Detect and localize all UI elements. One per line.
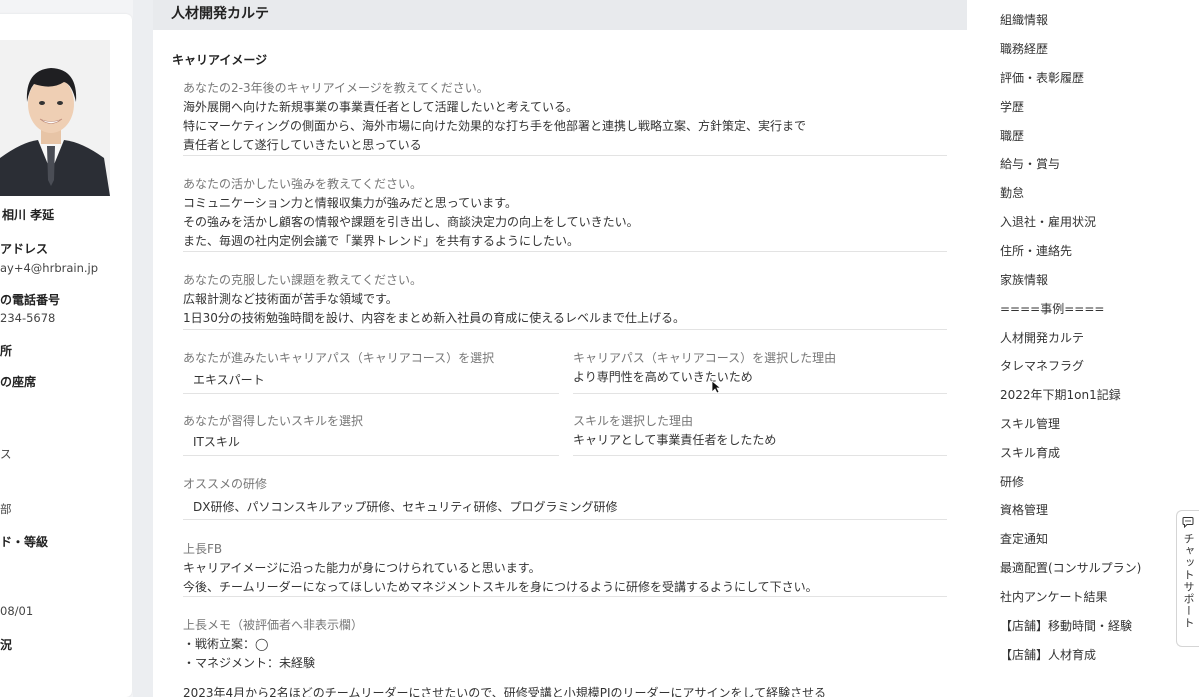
menu-item-store-travel[interactable]: 【店舗】移動時間・経験 bbox=[1000, 617, 1132, 634]
answer-line: 海外展開へ向けた新規事業の事業責任者として活躍したいと考えている。 bbox=[183, 100, 579, 114]
side-menu: 組織情報 職務経歴 評価・表彰履歴 学歴 職歴 給与・賞与 勤怠 入退社・雇用状… bbox=[967, 0, 1200, 697]
status-label: 況 bbox=[0, 638, 13, 652]
skill-select[interactable]: あなたが習得したいスキルを選択 ITスキル bbox=[183, 412, 559, 456]
question-label: あなたの活かしたい強みを教えてください。 bbox=[183, 177, 423, 191]
menu-item-skill-management[interactable]: スキル管理 bbox=[1000, 415, 1060, 432]
menu-item-1on1[interactable]: 2022年下期1on1記録 bbox=[1000, 386, 1121, 403]
skill-label: あなたが習得したいスキルを選択 bbox=[183, 414, 364, 428]
boss-memo-line: ・戦術立案：◯ bbox=[183, 637, 269, 651]
menu-item-family[interactable]: 家族情報 bbox=[1000, 271, 1048, 288]
boss-feedback-line: キャリアイメージに沿った能力が身につけられていると思います。 bbox=[183, 561, 541, 575]
menu-item-org-info[interactable]: 組織情報 bbox=[1000, 11, 1048, 28]
career-path-reason-field[interactable]: キャリアパス（キャリアコース）を選択した理由 より専門性を高めていきたいため bbox=[573, 349, 947, 394]
menu-item-evaluation[interactable]: 評価・表彰履歴 bbox=[1000, 69, 1084, 86]
answer-line: コミュニケーション力と情報収集力が強みだと思っています。 bbox=[183, 196, 517, 210]
recommended-training-field[interactable]: オススメの研修 DX研修、パソコンスキルアップ研修、セキュリティ研修、プログラミ… bbox=[183, 475, 947, 520]
question-label: あなたの2-3年後のキャリアイメージを教えてください。 bbox=[183, 81, 489, 95]
boss-feedback-line: 今後、チームリーダーになってほしいためマネジメントスキルを身につけるように研修を… bbox=[183, 580, 818, 594]
phone-label: の電話番号 bbox=[0, 293, 61, 307]
skill-reason-value: キャリアとして事業責任者をしたため bbox=[573, 433, 777, 447]
menu-item-assessment-notice[interactable]: 査定通知 bbox=[1000, 530, 1048, 547]
answer-line: 特にマーケティングの側面から、海外市場に向けた効果的な打ち手を他部署と連携し戦略… bbox=[183, 119, 807, 133]
boss-feedback-label: 上長FB bbox=[183, 542, 223, 556]
menu-item-address[interactable]: 住所・連絡先 bbox=[1000, 242, 1072, 259]
skill-value: ITスキル bbox=[193, 435, 240, 449]
answer-line: また、毎週の社内定例会議で「業界トレンド」を共有するようにしたい。 bbox=[183, 234, 580, 248]
menu-item-store-training[interactable]: 【店舗】人材育成 bbox=[1000, 646, 1096, 663]
boss-memo-line: 2023年4月から2名ほどのチームリーダーにさせたいので、研修受講と小規模PJの… bbox=[183, 686, 827, 697]
email-label: アドレス bbox=[0, 242, 49, 256]
boss-memo-line: ・マネジメント：未経験 bbox=[183, 656, 316, 670]
answer-line: 1日30分の技術勉強時間を設け、内容をまとめ新入社員の育成に使えるレベルまで仕上… bbox=[183, 311, 685, 325]
menu-item-attendance[interactable]: 勤怠 bbox=[1000, 184, 1024, 201]
menu-item-survey-results[interactable]: 社内アンケート結果 bbox=[1000, 588, 1108, 605]
email-value[interactable]: ay+4@hrbrain.jp bbox=[0, 261, 98, 275]
menu-item-skill-development[interactable]: スキル育成 bbox=[1000, 444, 1060, 461]
menu-item-work-history[interactable]: 職歴 bbox=[1000, 127, 1024, 144]
menu-item-salary[interactable]: 給与・賞与 bbox=[1000, 155, 1060, 172]
boss-feedback-field[interactable]: 上長FB キャリアイメージに沿った能力が身につけられていると思います。 今後、チ… bbox=[183, 540, 947, 597]
menu-item-job-history[interactable]: 職務経歴 bbox=[1000, 40, 1048, 57]
training-label: オススメの研修 bbox=[183, 477, 268, 491]
skill-reason-field[interactable]: スキルを選択した理由 キャリアとして事業責任者をしたため bbox=[573, 412, 947, 456]
profile-card: 相川 孝延 bbox=[0, 14, 132, 697]
menu-item-separator: ====事例==== bbox=[1000, 302, 1105, 316]
menu-item-qualification[interactable]: 資格管理 bbox=[1000, 501, 1048, 518]
skill-reason-label: スキルを選択した理由 bbox=[573, 414, 694, 428]
seat-label: の座席 bbox=[0, 375, 37, 389]
profile-fragment: 部 bbox=[0, 502, 12, 516]
menu-item-employment[interactable]: 入退社・雇用状況 bbox=[1000, 213, 1096, 230]
question-label: あなたの克服したい課題を教えてください。 bbox=[183, 273, 423, 287]
challenge-field[interactable]: あなたの克服したい課題を教えてください。 広報計測など技術面が苦手な領域です。 … bbox=[183, 271, 947, 330]
answer-line: その強みを活かし顧客の情報や課題を引き出し、商談決定力の向上をしていきたい。 bbox=[183, 215, 639, 229]
career-path-value: エキスパート bbox=[193, 373, 265, 387]
answer-line: 広報計測など技術面が苦手な領域です。 bbox=[183, 292, 398, 306]
grade-label: ド・等級 bbox=[0, 535, 49, 549]
career-path-reason-label: キャリアパス（キャリアコース）を選択した理由 bbox=[573, 351, 837, 365]
menu-item-education[interactable]: 学歴 bbox=[1000, 98, 1024, 115]
phone-value: 234-5678 bbox=[0, 311, 56, 325]
profile-photo bbox=[0, 40, 110, 196]
chat-support-label: チャットサポート bbox=[1182, 533, 1195, 629]
career-image-field[interactable]: あなたの2-3年後のキャリアイメージを教えてください。 海外展開へ向けた新規事業… bbox=[183, 79, 947, 156]
menu-item-hr-chart[interactable]: 人材開発カルテ bbox=[1000, 329, 1084, 346]
strength-field[interactable]: あなたの活かしたい強みを教えてください。 コミュニケーション力と情報収集力が強み… bbox=[183, 175, 947, 252]
chat-bubble-icon bbox=[1182, 517, 1194, 528]
location-label: 所 bbox=[0, 344, 13, 358]
mouse-cursor-icon bbox=[711, 380, 721, 394]
menu-item-talent-flag[interactable]: タレマネフラグ bbox=[1000, 357, 1084, 374]
profile-column: 相川 孝延 アドレス ay+4@hrbrain.jp の電話番号 234-567… bbox=[0, 0, 133, 697]
answer-line: 責任者として遂行していきたいと思っている bbox=[183, 138, 422, 152]
training-value: DX研修、パソコンスキルアップ研修、セキュリティ研修、プログラミング研修 bbox=[193, 500, 618, 514]
career-path-select[interactable]: あなたが進みたいキャリアパス（キャリアコース）を選択 エキスパート bbox=[183, 349, 559, 394]
chat-support-button[interactable]: チャットサポート bbox=[1176, 510, 1199, 647]
page-title: 人材開発カルテ bbox=[153, 0, 967, 30]
career-path-reason-value: より専門性を高めていきたいため bbox=[573, 370, 753, 384]
main-panel: 人材開発カルテ キャリアイメージ あなたの2-3年後のキャリアイメージを教えてく… bbox=[153, 0, 967, 697]
section-title: キャリアイメージ bbox=[172, 53, 268, 67]
person-portrait-icon bbox=[0, 40, 110, 196]
profile-fragment: 08/01 bbox=[0, 604, 34, 618]
boss-memo-field[interactable]: 上長メモ（被評価者へ非表示欄） ・戦術立案：◯ ・マネジメント：未経験 2023… bbox=[183, 616, 947, 697]
profile-name: 相川 孝延 bbox=[2, 208, 55, 222]
menu-item-training[interactable]: 研修 bbox=[1000, 473, 1024, 490]
career-path-label: あなたが進みたいキャリアパス（キャリアコース）を選択 bbox=[183, 351, 495, 365]
menu-item-optimal-placement[interactable]: 最適配置(コンサルプラン) bbox=[1000, 559, 1141, 576]
boss-memo-label: 上長メモ（被評価者へ非表示欄） bbox=[183, 618, 364, 632]
profile-fragment: ス bbox=[0, 447, 12, 461]
